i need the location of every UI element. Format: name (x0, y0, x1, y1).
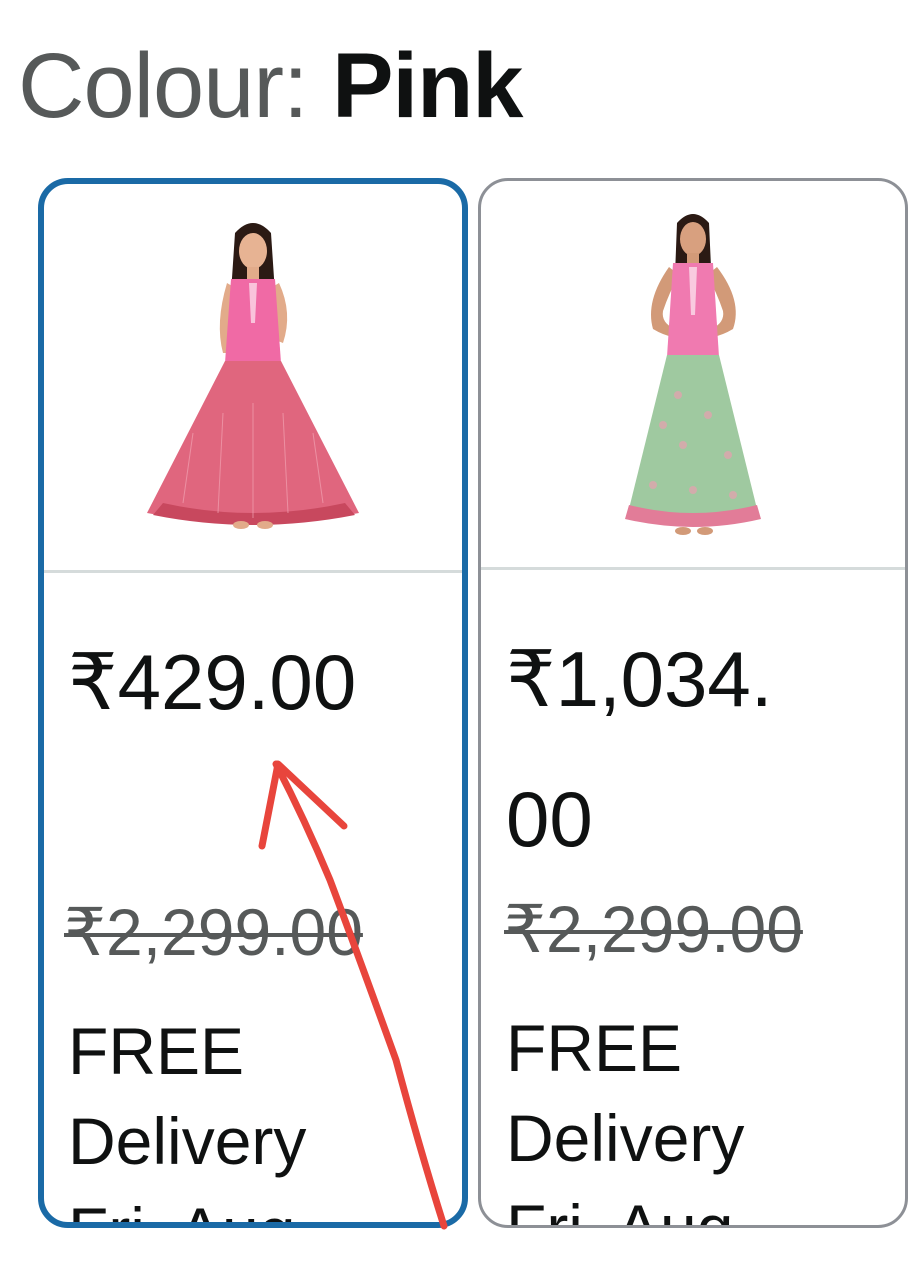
product-image (481, 181, 905, 569)
card-divider (44, 570, 462, 573)
colour-label: Colour: (18, 35, 333, 137)
delivery-line-label: Delivery (68, 1104, 307, 1178)
delivery-info: FREE Delivery Fri, Aug (68, 1006, 408, 1222)
variant-list-price: ₹2,299.00 (504, 892, 803, 966)
delivery-line-label: Delivery (506, 1101, 745, 1175)
variant-price: ₹429.00 (68, 638, 357, 726)
delivery-line-date: Fri, Aug (506, 1191, 734, 1228)
delivery-line-free: FREE (506, 1011, 683, 1085)
card-divider (481, 567, 905, 570)
variant-option-1[interactable]: ₹429.00 ₹2,299.00 FREE Delivery Fri, Aug (38, 178, 468, 1228)
product-image (44, 184, 462, 572)
delivery-info: FREE Delivery Fri, Aug (506, 1003, 846, 1228)
variation-selector: Colour: Pink ₹429.00 ₹2,299.00 FREE Deli… (0, 0, 913, 1280)
colour-heading: Colour: Pink (18, 40, 523, 132)
lehenga-image (147, 223, 359, 529)
colour-value: Pink (332, 35, 523, 137)
variant-price: ₹1,034.00 (506, 635, 773, 863)
delivery-line-free: FREE (68, 1014, 245, 1088)
lehenga-image (625, 214, 761, 535)
variant-option-2[interactable]: ₹1,034.00 ₹2,299.00 FREE Delivery Fri, A… (478, 178, 908, 1228)
delivery-line-date: Fri, Aug (68, 1186, 408, 1222)
variant-list-price: ₹2,299.00 (64, 895, 363, 969)
